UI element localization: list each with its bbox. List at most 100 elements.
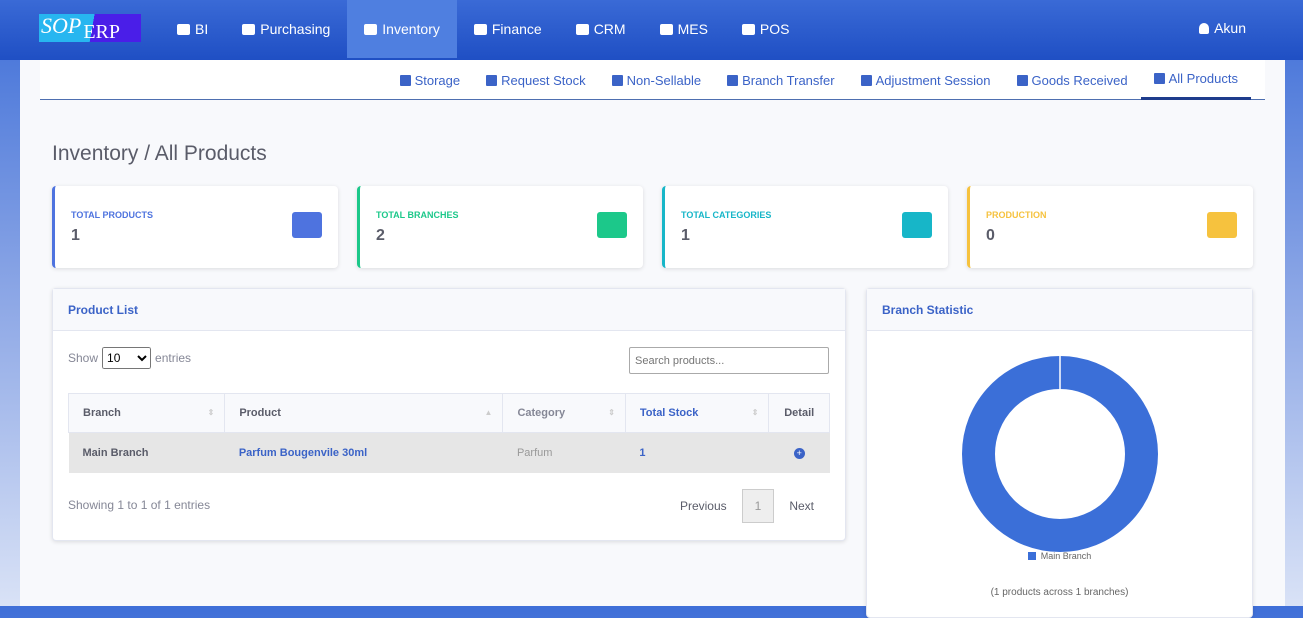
entries-label: entries — [155, 351, 192, 365]
chart-legend: Main Branch — [867, 551, 1252, 561]
previous-button[interactable]: Previous — [665, 499, 742, 513]
branch-statistic-title: Branch Statistic — [867, 289, 1252, 331]
nav-label: CRM — [593, 21, 626, 37]
subnav-non-sellable[interactable]: Non-Sellable — [599, 60, 714, 100]
table-row: Main Branch Parfum Bougenvile 30ml Parfum 1… — [68, 432, 830, 473]
page-1-button[interactable]: 1 — [741, 489, 775, 523]
subnav-storage[interactable]: Storage — [387, 60, 474, 100]
stat-card-total-branches: TOTAL BRANCHES 2 — [357, 186, 643, 268]
nav-crm[interactable]: CRM — [559, 0, 643, 58]
cell-stock: 1 — [625, 432, 769, 473]
nav-purchasing[interactable]: Purchasing — [225, 0, 347, 58]
column-category[interactable]: Category ⇕ — [502, 393, 626, 433]
main-content: Storage Request Stock Non-Sellable Branch T… — [20, 60, 1285, 618]
subnav-request-stock[interactable]: Request Stock — [473, 60, 599, 100]
column-total-stock[interactable]: Total Stock ⇕ — [624, 393, 770, 433]
account-menu[interactable]: Akun — [1199, 20, 1246, 36]
goods-received-icon — [1016, 74, 1028, 86]
bank-icon — [473, 23, 487, 35]
column-detail[interactable]: Detail — [768, 393, 830, 433]
subnav-label: Non-Sellable — [626, 72, 702, 88]
page-size-select[interactable]: 10 — [102, 347, 152, 369]
subnav-goods-received[interactable]: Goods Received — [1004, 60, 1141, 100]
donut-slice-main-branch[interactable] — [962, 356, 1158, 552]
subnav-adjustment-session[interactable]: Adjustment Session — [848, 60, 1004, 100]
next-button[interactable]: Next — [774, 499, 829, 513]
subnav-label: All Products — [1168, 71, 1238, 86]
nav-label: Finance — [491, 21, 542, 37]
user-icon — [1199, 22, 1210, 34]
product-list-panel: Product List Show 10 entries Branch ⇕ Prod… — [52, 288, 846, 541]
branch-donut-chart — [962, 356, 1158, 552]
stat-card-total-products: TOTAL PRODUCTS 1 — [52, 186, 338, 268]
logo-sop: SOP — [41, 13, 82, 38]
cell-product[interactable]: Parfum Bougenvile 30ml — [224, 432, 503, 473]
column-label: Branch — [83, 407, 121, 419]
table-info: Showing 1 to 1 of 1 entries — [68, 498, 211, 512]
main-nav: BI Purchasing Inventory Finance CRM MES POS — [160, 0, 807, 60]
legend-swatch — [1027, 552, 1036, 560]
branch-statistic-panel: Branch Statistic Main Branch (1 products… — [866, 288, 1253, 618]
boxes-icon — [364, 23, 378, 35]
subnav-label: Request Stock — [501, 72, 586, 88]
branch-transfer-icon — [727, 74, 739, 86]
search-input[interactable] — [629, 347, 829, 374]
production-icon — [1207, 212, 1237, 238]
gauge-icon — [177, 23, 190, 35]
total-branches-icon — [597, 212, 627, 238]
subnav-label: Goods Received — [1031, 72, 1128, 88]
sort-icon: ⇕ — [608, 408, 615, 417]
sort-icon: ▲ — [484, 408, 493, 417]
chart-caption: (1 products across 1 branches) — [990, 587, 1129, 598]
store-icon — [741, 23, 755, 35]
top-navbar: SOP ERP BI Purchasing Inventory Finance CRM ME… — [0, 0, 1303, 60]
total-products-icon — [292, 212, 322, 238]
column-label: Detail — [784, 407, 815, 419]
subnav-label: Storage — [414, 72, 461, 88]
stat-value: 2 — [376, 227, 385, 244]
nav-label: POS — [759, 21, 790, 37]
brand-logo[interactable]: SOP ERP — [39, 13, 141, 43]
sort-icon: ⇕ — [207, 408, 215, 417]
total-categories-icon — [902, 212, 932, 238]
account-label: Akun — [1214, 20, 1246, 36]
stat-label: TOTAL BRANCHES — [376, 210, 459, 220]
stat-label: PRODUCTION — [986, 210, 1047, 220]
stat-value: 0 — [986, 227, 995, 244]
cell-branch: Main Branch — [68, 432, 225, 473]
nav-mes[interactable]: MES — [643, 0, 725, 58]
subnav-label: Adjustment Session — [875, 72, 991, 88]
page-title: Inventory / All Products — [52, 142, 267, 165]
industry-icon — [659, 23, 673, 35]
column-label: Category — [517, 407, 566, 419]
nav-label: BI — [195, 21, 209, 37]
cell-category: Parfum — [502, 432, 626, 473]
column-label: Total Stock — [639, 407, 699, 419]
nav-finance[interactable]: Finance — [457, 0, 559, 58]
nav-bi[interactable]: BI — [160, 0, 225, 58]
storage-icon — [399, 74, 411, 86]
nav-label: MES — [677, 21, 708, 37]
store-icon — [242, 23, 256, 35]
stat-value: 1 — [71, 227, 80, 244]
subnav-all-products[interactable]: All Products — [1140, 60, 1251, 100]
request-stock-icon — [486, 74, 498, 86]
inventory-subnav: Storage Request Stock Non-Sellable Branch T… — [40, 60, 1265, 100]
subnav-label: Branch Transfer — [742, 72, 835, 88]
stat-card-production: PRODUCTION 0 — [967, 186, 1253, 268]
show-label: Show — [68, 351, 99, 365]
column-product[interactable]: Product ▲ — [224, 393, 504, 433]
subnav-branch-transfer[interactable]: Branch Transfer — [714, 60, 848, 100]
legend-item[interactable]: Main Branch — [1027, 551, 1091, 561]
column-label: Product — [239, 407, 281, 419]
column-branch[interactable]: Branch ⇕ — [67, 393, 226, 433]
nav-label: Inventory — [382, 21, 440, 37]
nav-inventory[interactable]: Inventory — [347, 0, 457, 58]
pagination: Previous 1 Next — [665, 489, 829, 523]
nav-label: Purchasing — [260, 21, 331, 37]
nav-pos[interactable]: POS — [725, 0, 807, 58]
detail-plus-icon[interactable]: + — [793, 447, 805, 459]
stat-value: 1 — [681, 227, 690, 244]
stat-label: TOTAL PRODUCTS — [71, 210, 154, 220]
page-size-control: Show 10 entries — [68, 347, 191, 369]
